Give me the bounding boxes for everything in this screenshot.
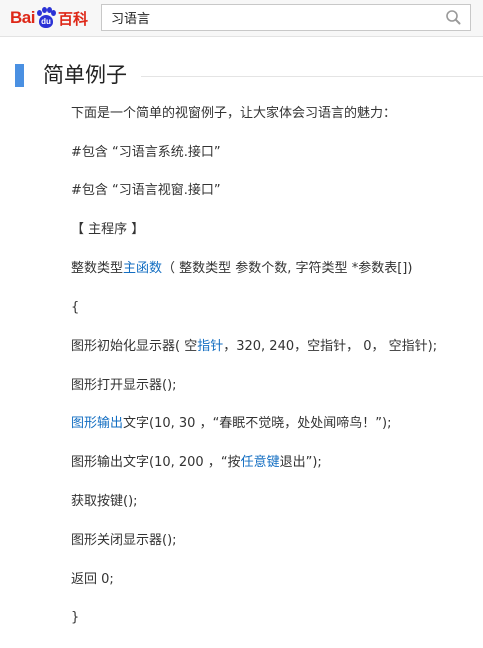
output2-suffix: 退出”);	[279, 455, 322, 470]
include-line-1: #包含 “习语言系统.接口”	[71, 145, 221, 160]
section-title: 简单例子	[43, 63, 127, 87]
init-prefix: 图形初始化显示器( 空	[71, 339, 198, 354]
graphics-output-line-2: 图形输出文字(10, 200 ，“按任意键退出”);	[71, 453, 322, 473]
top-header: Bai du 百科	[0, 0, 483, 37]
close-brace: }	[71, 610, 80, 625]
func-prefix: 整数类型	[71, 261, 124, 276]
main-function-line: 整数类型主函数（ 整数类型 参数个数, 字符类型 *参数表[])	[71, 259, 412, 279]
section-divider	[141, 76, 483, 77]
main-program-heading: 【 主程序 】	[71, 222, 145, 237]
close-display-line: 图形关闭显示器();	[71, 533, 177, 548]
section-accent-bar	[15, 64, 24, 87]
search-box	[101, 4, 471, 31]
pointer-link[interactable]: 指针	[197, 339, 223, 354]
include-line-2: #包含 “习语言视窗.接口”	[71, 183, 221, 198]
any-key-link[interactable]: 任意键	[241, 455, 280, 470]
get-key-line: 获取按键();	[71, 494, 138, 509]
baidu-baike-logo[interactable]: Bai du 百科	[10, 4, 88, 32]
graphics-output-line-1: 图形输出文字(10, 30 ，“春眠不觉晓，处处闻啼鸟！”);	[71, 414, 392, 434]
init-suffix: ，320, 240，空指针， 0， 空指针);	[223, 339, 438, 354]
logo-text-baike: 百科	[57, 9, 88, 28]
main-function-link[interactable]: 主函数	[123, 261, 162, 276]
graphics-output-link[interactable]: 图形输出	[71, 416, 123, 431]
logo-text-du: du	[38, 15, 53, 28]
intro-text: 下面是一个简单的视窗例子，让大家体会习语言的魅力：	[71, 106, 397, 121]
logo-text-bai: Bai	[10, 8, 35, 27]
paw-icon: du	[36, 7, 56, 29]
search-button[interactable]	[438, 5, 470, 30]
output1-suffix: 文字(10, 30 ，“春眠不觉晓，处处闻啼鸟！”);	[123, 416, 392, 431]
search-icon	[446, 10, 461, 25]
output2-prefix: 图形输出文字(10, 200 ，“按	[71, 455, 241, 470]
graphics-init-line: 图形初始化显示器( 空指针，320, 240，空指针， 0， 空指针);	[71, 337, 437, 357]
open-brace: {	[71, 300, 80, 315]
open-display-line: 图形打开显示器();	[71, 378, 177, 393]
return-line: 返回 0;	[71, 572, 114, 587]
search-input[interactable]	[102, 5, 438, 30]
func-suffix: （ 整数类型 参数个数, 字符类型 *参数表[])	[162, 261, 413, 276]
